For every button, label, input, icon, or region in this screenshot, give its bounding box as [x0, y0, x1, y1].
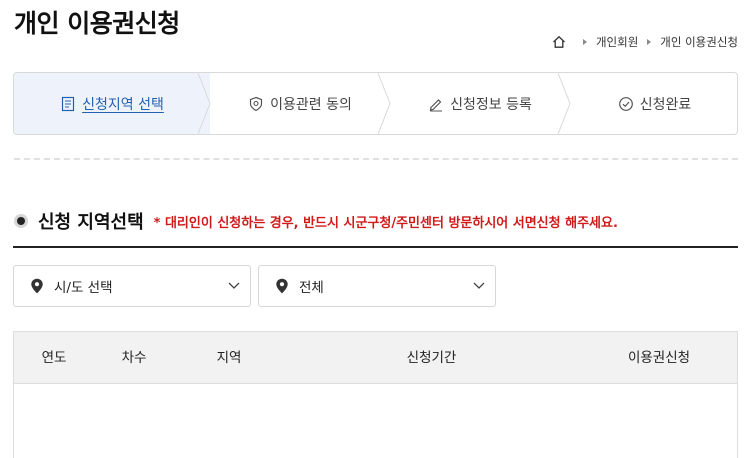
section-title: 신청 지역선택: [38, 212, 144, 233]
district-select[interactable]: 전체: [258, 265, 496, 307]
location-pin-icon: [31, 278, 43, 294]
step-select-region[interactable]: 신청지역 선택: [14, 73, 210, 134]
province-select[interactable]: 시/도 선택: [13, 265, 251, 307]
divider: [14, 158, 738, 162]
column-round: 차수: [121, 350, 147, 366]
step-register-info[interactable]: 신청정보 등록: [390, 73, 570, 134]
step-complete[interactable]: 신청완료: [570, 73, 737, 134]
column-year: 연도: [41, 350, 67, 366]
breadcrumb-separator: [647, 39, 652, 45]
table-header: 연도 차수 지역 신청기간 이용권신청: [14, 332, 737, 384]
column-region: 지역: [216, 350, 242, 366]
proxy-notice: * 대리인이 신청하는 경우, 반드시 시군구청/주민센터 방문하시어 서면신청…: [153, 215, 618, 231]
chevron-down-icon: [473, 282, 485, 289]
province-select-value: 시/도 선택: [54, 280, 113, 296]
check-circle-icon: [618, 96, 633, 111]
breadcrumb: 개인회원 개인 이용권신청: [552, 34, 738, 50]
shield-icon: [250, 96, 263, 111]
chevron-down-icon: [228, 282, 240, 289]
section-header: 신청 지역선택 * 대리인이 신청하는 경우, 반드시 시군구청/주민센터 방문…: [14, 208, 618, 234]
step-label: 신청정보 등록: [450, 96, 532, 113]
breadcrumb-item-current: 개인 이용권신청: [660, 35, 738, 49]
pencil-icon: [429, 98, 443, 112]
column-apply: 이용권신청: [627, 350, 691, 366]
breadcrumb-separator: [582, 39, 587, 45]
section-divider: [13, 246, 738, 248]
column-period: 신청기간: [406, 350, 457, 366]
step-progress: 신청지역 선택 이용관련 동의 신청정보 등록 신청완료: [13, 72, 738, 135]
district-select-value: 전체: [299, 280, 324, 296]
bullet-icon: [14, 214, 28, 228]
application-table: 연도 차수 지역 신청기간 이용권신청: [13, 331, 738, 458]
step-label: 이용관련 동의: [270, 96, 352, 113]
step-label: 신청지역 선택: [82, 96, 164, 113]
step-label: 신청완료: [639, 96, 692, 113]
breadcrumb-item-member[interactable]: 개인회원: [596, 34, 638, 50]
page-title: 개인 이용권신청: [14, 9, 180, 38]
step-agreement[interactable]: 이용관련 동의: [210, 73, 390, 134]
document-icon: [62, 96, 75, 111]
home-icon[interactable]: [552, 35, 566, 49]
location-pin-icon: [276, 278, 288, 294]
